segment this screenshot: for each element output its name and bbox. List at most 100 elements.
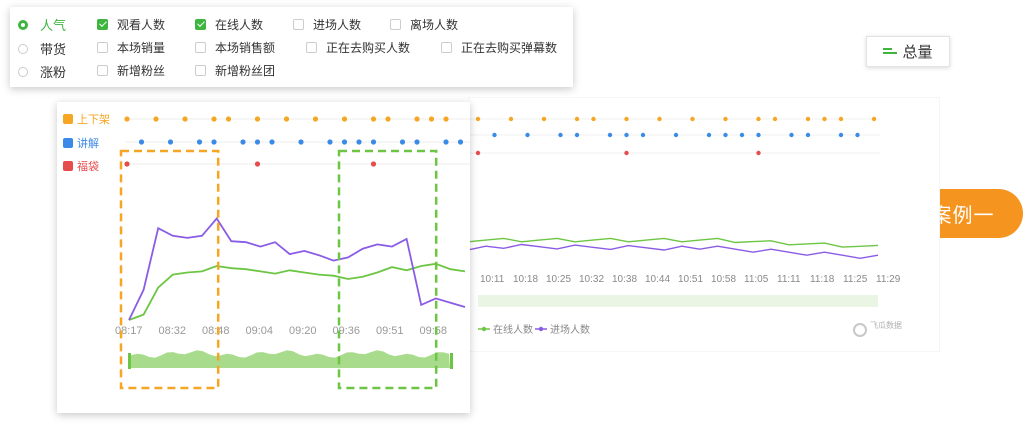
event-marker-dot (124, 116, 130, 122)
event-marker-dot (370, 139, 377, 145)
event-marker-dot (385, 116, 391, 122)
event-marker-dot (269, 139, 275, 145)
radio-label: 人气 (40, 18, 67, 33)
total-toggle-button[interactable]: 总量 (866, 36, 950, 67)
radio-fans[interactable]: 涨粉 (18, 62, 66, 81)
event-marker-dot (838, 116, 844, 122)
checkbox-sales-volume[interactable]: 本场销量 (97, 39, 165, 56)
event-marker-dot (789, 132, 794, 138)
zoomed-chart-panel: 上下架 讲解 福袋 08:17 08:32 08:48 09:04 09:20 09:36… (57, 102, 470, 413)
navigator-right-handle[interactable] (450, 353, 453, 369)
checkbox-label: 本场销售额 (215, 41, 276, 55)
x-tick-label: 09:36 (333, 325, 361, 337)
x-tick-label: 09:51 (376, 325, 404, 337)
x-tick-label: 08:17 (115, 325, 143, 337)
x-tick-label: 10:32 (579, 274, 604, 285)
checkbox-enter[interactable]: 进场人数 (293, 16, 361, 33)
event-marker-dot (657, 116, 662, 122)
checkbox-viewers[interactable]: 观看人数 (97, 16, 165, 33)
event-marker-dot (805, 116, 811, 122)
radio-label: 涨粉 (40, 65, 67, 80)
navigator-left-handle[interactable] (128, 353, 131, 369)
event-marker-dot (574, 132, 580, 138)
x-tick-label: 10:44 (645, 274, 670, 285)
radio-indicator (18, 19, 28, 30)
event-marker-dot (370, 161, 377, 167)
checkbox-leave[interactable]: 离场人数 (390, 16, 458, 33)
event-marker-dot (739, 132, 745, 138)
x-tick-label: 10:11 (480, 274, 505, 285)
radio-label: 带货 (40, 42, 67, 57)
event-marker-dot (254, 139, 261, 145)
checkbox-online[interactable]: 在线人数 (195, 16, 263, 33)
checkbox-label: 观看人数 (117, 18, 166, 32)
event-marker-dot (327, 139, 333, 145)
event-marker-dot (153, 116, 159, 122)
event-marker-dot (211, 116, 217, 122)
event-marker-dot (624, 150, 629, 156)
x-axis-ticks: 08:17 08:32 08:48 09:04 09:20 09:36 09:51 09:58 (115, 325, 447, 337)
event-marker-dot (624, 132, 629, 138)
radio-indicator (18, 66, 28, 77)
event-marker-dot (772, 116, 778, 122)
checkbox-empty (195, 42, 206, 53)
event-marker-dot (283, 116, 290, 122)
event-marker-dot (871, 116, 877, 122)
checkbox-empty (390, 19, 401, 30)
checkbox-empty (195, 65, 206, 76)
event-marker-dot (756, 116, 761, 122)
event-marker-dot (443, 116, 449, 122)
event-marker-dot (443, 139, 449, 145)
event-marker-dot (822, 116, 827, 122)
watermark-text: 飞瓜数据 (870, 320, 902, 330)
x-tick-label: 10:38 (612, 274, 637, 285)
event-marker-dot (341, 139, 348, 145)
event-marker-dot (838, 132, 844, 138)
checkbox-empty (441, 42, 452, 53)
checkbox-label: 在线人数 (215, 18, 264, 32)
event-marker-dot (475, 116, 481, 122)
radio-sales[interactable]: 带货 (18, 39, 66, 58)
checkbox-label: 正在去购买人数 (326, 41, 411, 55)
navigator-area (131, 350, 450, 368)
event-marker-dot (312, 116, 319, 122)
checkbox-sales-amount[interactable]: 本场销售额 (195, 39, 275, 56)
event-marker-dot (356, 139, 362, 145)
background-trend-chart: 10:11 10:18 10:25 10:32 10:38 10:44 10:51 10:58… (468, 97, 940, 352)
checkbox-empty (97, 42, 108, 53)
checkbox-new-fan-club[interactable]: 新增粉丝团 (195, 62, 275, 79)
checkbox-checked (97, 19, 108, 30)
checkbox-buying-users[interactable]: 正在去购买人数 (306, 39, 410, 56)
legend-online: 在线人数 (493, 323, 533, 336)
event-marker-dot (574, 116, 580, 122)
checkbox-new-fans[interactable]: 新增粉丝 (97, 62, 165, 79)
radio-popularity[interactable]: 人气 (18, 15, 66, 34)
event-marker-dot (756, 150, 761, 156)
enter-count-line (128, 216, 466, 321)
total-button-label: 总量 (902, 44, 933, 61)
range-navigator[interactable] (128, 350, 453, 369)
event-marker-dot (558, 132, 563, 138)
legend-enter: 进场人数 (550, 323, 590, 336)
checkbox-label: 新增粉丝团 (215, 64, 276, 78)
event-marker-dot (723, 132, 728, 138)
navigator-track (478, 295, 878, 307)
x-tick-label: 11:25 (843, 274, 868, 285)
event-marker-dot (254, 161, 261, 167)
event-marker-dot (414, 139, 420, 145)
checkbox-label: 本场销量 (117, 41, 166, 55)
event-marker-dot (508, 116, 514, 122)
x-tick-label: 09:04 (246, 325, 274, 337)
zoomed-trend-chart: 08:17 08:32 08:48 09:04 09:20 09:36 09:51 09:58 (115, 116, 470, 390)
event-marker-rows (124, 116, 470, 167)
event-marker-dot (706, 132, 712, 138)
checkbox-buying-danmaku[interactable]: 正在去购买弹幕数 (441, 39, 557, 56)
metric-filter-panel: 人气 带货 涨粉 观看人数 在线人数 进场人数 离场人数 本场销量 本场销售额 … (10, 7, 573, 87)
x-tick-label: 11:05 (744, 274, 769, 285)
event-marker-dot (428, 116, 435, 122)
x-tick-label: 10:51 (678, 274, 703, 285)
event-marker-dot (805, 132, 811, 138)
checkbox-label: 新增粉丝 (117, 64, 166, 78)
x-tick-label: 11:11 (777, 274, 801, 285)
checkbox-empty (97, 65, 108, 76)
